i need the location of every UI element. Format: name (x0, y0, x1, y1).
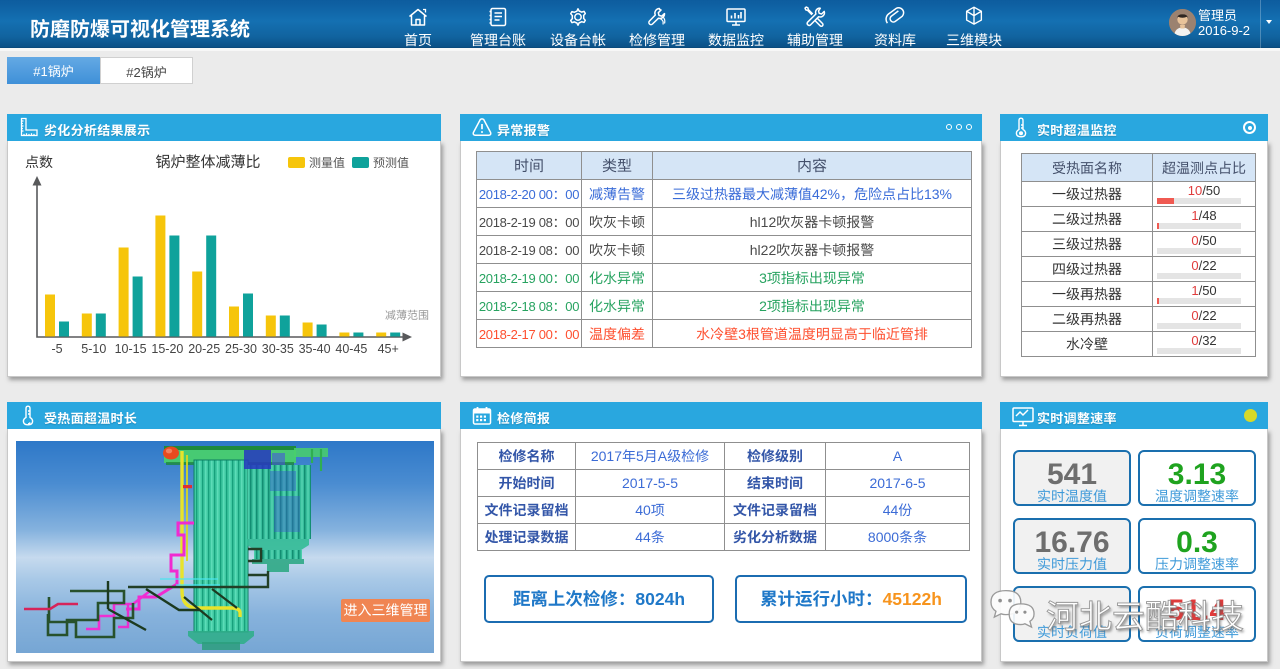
svg-text:-5: -5 (51, 338, 62, 357)
svg-text:20-25: 20-25 (188, 338, 220, 357)
svg-text:35-40: 35-40 (299, 338, 331, 357)
svg-text:25-30: 25-30 (225, 338, 257, 357)
svg-text:5-10: 5-10 (81, 338, 106, 357)
svg-text:10-15: 10-15 (115, 338, 147, 357)
svg-text:30-35: 30-35 (262, 338, 294, 357)
svg-text:45+: 45+ (378, 338, 399, 357)
svg-text:点数: 点数 (25, 152, 53, 172)
svg-text:锅炉整体减薄比: 锅炉整体减薄比 (155, 151, 260, 172)
svg-text:预测值: 预测值 (373, 154, 409, 171)
svg-text:测量值: 测量值 (309, 154, 345, 171)
svg-text:40-45: 40-45 (335, 338, 367, 357)
svg-text:15-20: 15-20 (151, 338, 183, 357)
svg-text:减薄范围: 减薄范围 (385, 307, 429, 323)
